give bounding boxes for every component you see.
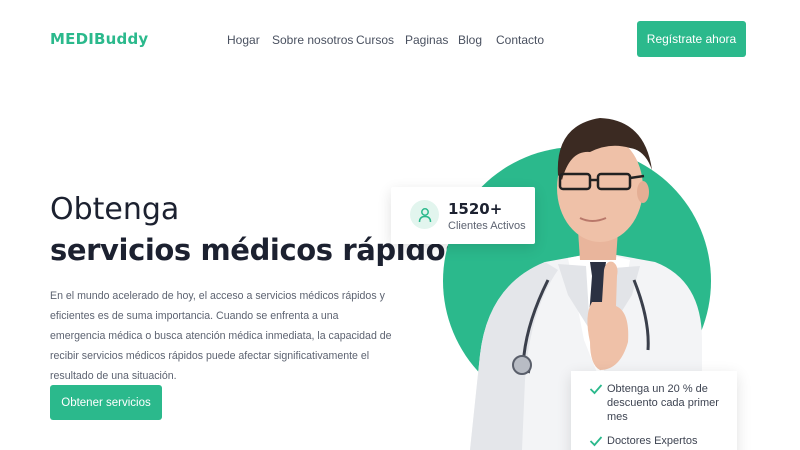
features-card: Obtenga un 20 % de descuento cada primer…	[571, 371, 737, 450]
get-services-button[interactable]: Obtener servicios	[50, 385, 162, 420]
check-icon	[589, 384, 603, 395]
hero-title-line1: Obtenga	[50, 192, 180, 227]
nav-item-hogar[interactable]: Hogar	[227, 33, 260, 47]
nav-item-paginas[interactable]: Paginas	[405, 33, 448, 47]
register-button[interactable]: Regístrate ahora	[637, 21, 746, 57]
brand-logo[interactable]: MEDIBuddy	[50, 30, 148, 48]
nav-item-cursos[interactable]: Cursos	[356, 33, 394, 47]
feature-text: Doctores Expertos	[607, 435, 698, 447]
clients-label: Clientes Activos	[448, 220, 526, 232]
clients-count: 1520+	[448, 200, 503, 218]
nav-item-sobre-nosotros[interactable]: Sobre nosotros	[272, 33, 353, 47]
user-icon	[410, 200, 439, 229]
hero-description: En el mundo acelerado de hoy, el acceso …	[50, 290, 392, 382]
active-clients-card: 1520+ Clientes Activos	[391, 187, 535, 244]
check-icon	[589, 436, 603, 447]
feature-text: Obtenga un 20 % de descuento cada primer…	[607, 383, 719, 423]
nav-item-contacto[interactable]: Contacto	[496, 33, 544, 47]
nav-item-blog[interactable]: Blog	[458, 33, 482, 47]
